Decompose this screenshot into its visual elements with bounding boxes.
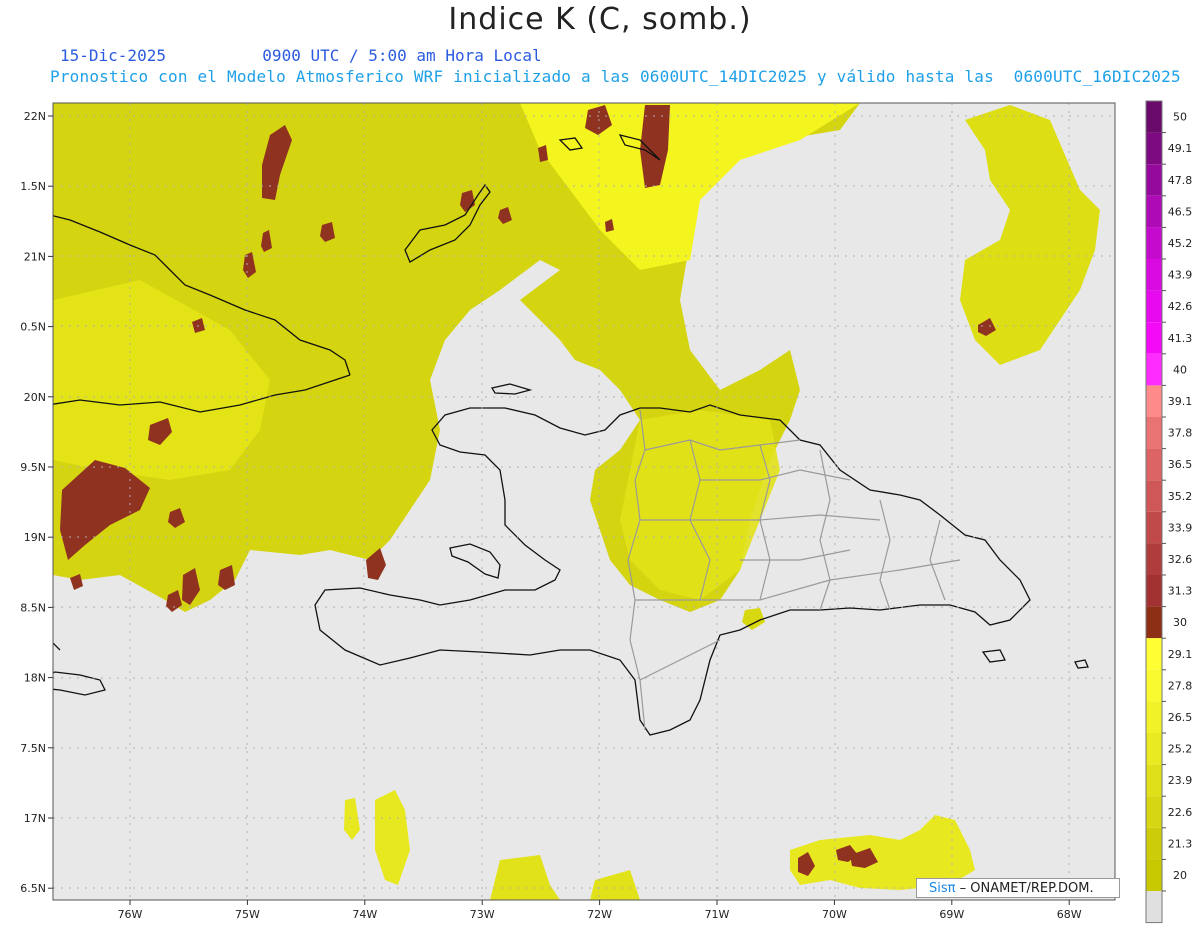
colorbar-swatch <box>1146 701 1162 733</box>
colorbar-label: 31.3 <box>1168 585 1193 598</box>
lat-label: 8.5N <box>20 601 46 614</box>
colorbar-swatch <box>1146 891 1162 923</box>
lon-label: 69W <box>939 908 964 921</box>
colorbar-label: 21.3 <box>1168 837 1193 850</box>
colorbar-swatch <box>1146 448 1162 481</box>
sispi-logo-text: Sisπ <box>929 881 956 896</box>
colorbar-swatch <box>1146 859 1162 891</box>
colorbar-label: 47.8 <box>1168 174 1193 187</box>
colorbar-swatch <box>1146 101 1162 133</box>
lat-label: 19N <box>24 531 46 544</box>
colorbar-swatch <box>1146 638 1162 670</box>
colorbar-label: 32.6 <box>1168 553 1193 566</box>
colorbar-label: 22.6 <box>1168 806 1193 819</box>
lat-label: 7.5N <box>20 742 46 755</box>
lat-label: 17N <box>24 812 46 825</box>
colorbar-swatch <box>1146 480 1162 512</box>
lon-label: 68W <box>1057 908 1082 921</box>
lon-label: 72W <box>587 908 612 921</box>
lat-label: 0.5N <box>20 321 46 334</box>
colorbar-label: 27.8 <box>1168 679 1193 692</box>
colorbar-label: 36.5 <box>1168 458 1193 471</box>
colorbar-swatch <box>1146 733 1162 765</box>
lat-label: 9.5N <box>20 461 46 474</box>
colorbar-label: 41.3 <box>1168 332 1193 345</box>
colorbar: 50 49.1 47.8 46.5 45.2 43.9 42.6 41.3 40 39.1 37.8… <box>1145 100 1193 924</box>
colorbar-label: 26.5 <box>1168 711 1193 724</box>
lon-label: 75W <box>235 908 260 921</box>
lat-label: 20N <box>24 391 46 404</box>
lat-label: 6.5N <box>20 882 46 895</box>
lon-label: 76W <box>118 908 143 921</box>
lat-label: 18N <box>24 672 46 685</box>
colorbar-swatch <box>1146 195 1162 228</box>
longitude-labels: 76W 75W 74W 73W 72W 71W 70W 69W 68W <box>118 900 1082 921</box>
k-index-map: 22N 1.5N 21N 0.5N 20N 9.5N 19N 8.5N 18N 7.5N 17N 6.… <box>20 100 1193 924</box>
colorbar-swatch <box>1146 259 1162 291</box>
lat-label: 21N <box>24 250 46 263</box>
colorbar-swatch <box>1146 385 1162 417</box>
colorbar-swatch <box>1146 353 1162 386</box>
colorbar-label: 35.2 <box>1168 490 1193 503</box>
colorbar-label: 29.1 <box>1168 648 1193 661</box>
latitude-labels: 22N 1.5N 21N 0.5N 20N 9.5N 19N 8.5N 18N 7.5N 17N 6.… <box>20 110 53 895</box>
lon-label: 71W <box>705 908 730 921</box>
colorbar-swatch <box>1146 227 1162 259</box>
colorbar-swatch <box>1146 322 1162 354</box>
colorbar-label: 43.9 <box>1168 269 1193 282</box>
colorbar-label: 50 <box>1173 111 1187 124</box>
lat-label: 1.5N <box>20 180 46 193</box>
colorbar-swatch <box>1146 575 1162 607</box>
lon-label: 73W <box>470 908 495 921</box>
colorbar-swatch <box>1146 543 1162 575</box>
colorbar-label: 39.1 <box>1168 395 1193 408</box>
colorbar-swatch <box>1146 511 1162 544</box>
lon-label: 74W <box>352 908 377 921</box>
colorbar-label: 37.8 <box>1168 427 1193 440</box>
colorbar-label: 23.9 <box>1168 774 1193 787</box>
colorbar-swatch <box>1146 764 1162 797</box>
colorbar-label: 49.1 <box>1168 142 1193 155</box>
colorbar-label: 42.6 <box>1168 300 1193 313</box>
credit-text: – ONAMET/REP.DOM. <box>959 881 1094 896</box>
colorbar-label: 20 <box>1173 869 1187 882</box>
colorbar-swatch <box>1146 606 1162 639</box>
colorbar-swatch <box>1146 669 1162 702</box>
colorbar-label: 30 <box>1173 616 1187 629</box>
colorbar-label: 40 <box>1173 363 1187 376</box>
colorbar-swatch <box>1146 827 1162 860</box>
colorbar-swatch <box>1146 164 1162 196</box>
colorbar-label: 45.2 <box>1168 237 1193 250</box>
lon-label: 70W <box>822 908 847 921</box>
colorbar-swatch <box>1146 132 1162 165</box>
colorbar-swatch <box>1146 796 1162 828</box>
lat-label: 22N <box>24 110 46 123</box>
credit-box: Sisπ – ONAMET/REP.DOM. <box>916 878 1120 898</box>
colorbar-swatch <box>1146 417 1162 449</box>
colorbar-swatch <box>1146 290 1162 323</box>
colorbar-label: 25.2 <box>1168 743 1193 756</box>
colorbar-label: 33.9 <box>1168 521 1193 534</box>
colorbar-label: 46.5 <box>1168 205 1193 218</box>
